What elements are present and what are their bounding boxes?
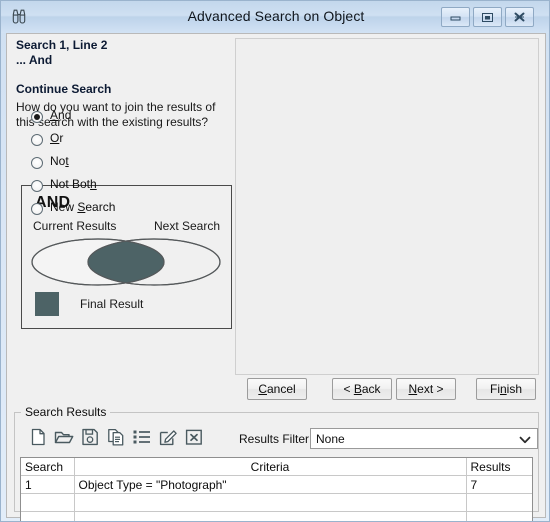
venn-final-result-label: Final Result [80,297,144,311]
edit-icon[interactable] [155,424,181,450]
table-row[interactable] [21,511,532,521]
venn-label-next-search: Next Search [154,219,221,233]
radio-indicator [31,203,43,215]
list-icon[interactable] [129,424,155,450]
cell-criteria: Object Type = "Photograph" [74,475,467,494]
delete-icon[interactable] [181,424,207,450]
next-button-label: Next > [408,382,444,396]
cell-search [21,493,75,512]
venn-ellipses-graphic [31,238,221,286]
continue-search-heading: Continue Search [16,82,112,96]
results-filter-select[interactable]: None [310,428,538,449]
open-folder-icon[interactable] [51,424,77,450]
finish-button-label: Finish [489,382,523,396]
radio-label-not: Not [50,154,69,168]
search-results-group-label: Search Results [21,405,111,419]
restore-button[interactable] [473,7,502,27]
title-bar: Advanced Search on Object [1,1,549,33]
advanced-search-window: Advanced Search on Object Search 1, Line… [0,0,550,522]
save-icon[interactable] [77,424,103,450]
results-toolbar [25,424,207,450]
radio-indicator [31,111,43,123]
close-button[interactable] [505,7,534,27]
radio-label-not-both: Not Both [50,177,97,191]
search-step-line2: ... And [16,53,53,67]
cell-search [21,511,75,521]
cell-results: 7 [466,475,532,494]
column-header-criteria[interactable]: Criteria [74,458,467,476]
minimize-button[interactable] [441,7,470,27]
results-filter-label: Results Filter [239,432,310,446]
cell-results [466,511,532,521]
column-header-search[interactable]: Search [21,458,75,476]
radio-label-or: Or [50,131,64,145]
results-filter-value: None [316,432,345,446]
table-row[interactable] [21,493,532,512]
results-table[interactable]: Search Criteria Results 1 Object Type = … [20,457,533,521]
client-area: Search 1, Line 2 ... And Continue Search… [6,33,546,521]
venn-label-current-results: Current Results [33,219,117,233]
search-step-line1: Search 1, Line 2 [16,38,108,52]
copy-icon[interactable] [103,424,129,450]
new-icon[interactable] [25,424,51,450]
back-button-label: < Back [343,382,381,396]
venn-final-result-swatch [35,292,59,316]
chevron-down-icon [519,434,531,448]
back-button[interactable]: < Back [332,378,392,400]
radio-label-and: And [50,108,72,122]
next-button[interactable]: Next > [396,378,456,400]
cancel-button[interactable]: Cancel [247,378,307,400]
table-header-row: Search Criteria Results [21,458,532,476]
cell-criteria [74,493,467,512]
cell-search: 1 [21,475,75,494]
table-row[interactable]: 1 Object Type = "Photograph" 7 [21,475,532,494]
cell-criteria [74,511,467,521]
radio-label-new-search: New Search [50,200,116,214]
radio-indicator [31,180,43,192]
continue-search-description: How do you want to join the results of t… [16,100,216,129]
cell-results [466,493,532,512]
radio-indicator [31,157,43,169]
cancel-button-label: Cancel [258,382,296,396]
column-header-results[interactable]: Results [466,458,532,476]
finish-button[interactable]: Finish [476,378,536,400]
wizard-right-panel [235,38,539,375]
radio-indicator [31,134,43,146]
